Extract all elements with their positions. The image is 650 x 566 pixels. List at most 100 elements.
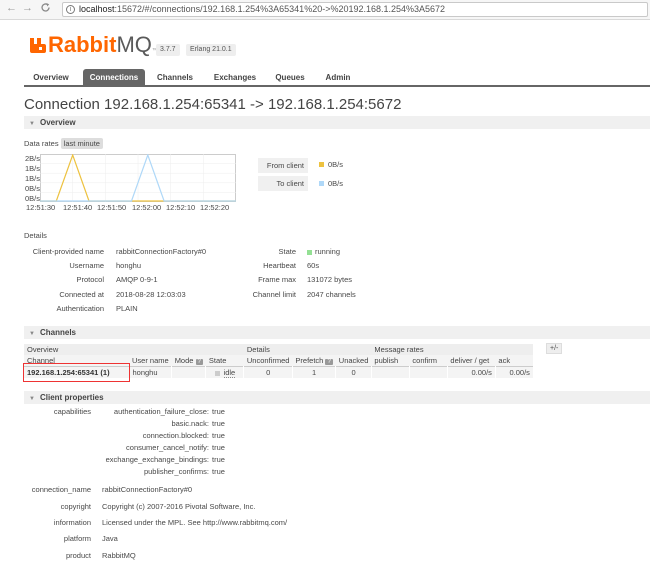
y-tick: 1B/s — [24, 174, 40, 183]
x-tick: 12:51:30 — [26, 203, 56, 212]
forward-icon[interactable]: → — [22, 2, 33, 14]
detail-value: 2047 channels — [307, 290, 356, 299]
group-header-overview: Overview — [24, 344, 244, 355]
cell-publish — [371, 366, 410, 378]
range-selector[interactable]: last minute — [60, 138, 103, 149]
capability-value: true — [212, 431, 225, 440]
collapse-triangle-icon: ▼ — [29, 121, 35, 127]
col-unacked[interactable]: Unacked — [336, 355, 372, 367]
detail-key: Heartbeat — [263, 261, 296, 270]
col-user[interactable]: User name — [129, 355, 172, 367]
capability-value: true — [212, 455, 225, 464]
main-nav: Overview Connections Channels Exchanges … — [24, 69, 650, 87]
overview-section-header[interactable]: ▼ Overview — [24, 116, 650, 129]
y-tick: 0B/s — [24, 194, 40, 203]
capability-value: true — [212, 407, 225, 416]
logo-text: RabbitMQ™ — [48, 32, 158, 57]
channels-section-header[interactable]: ▼ Channels — [24, 326, 650, 339]
prop-value: Licensed under the MPL. See http://www.r… — [102, 518, 288, 527]
detail-key: Connected at — [59, 290, 104, 299]
cell-confirm — [409, 366, 448, 378]
cell-unconfirmed: 0 — [243, 366, 293, 378]
detail-key: Frame max — [258, 275, 296, 284]
detail-key: Channel limit — [252, 290, 296, 299]
detail-key: State — [278, 247, 296, 256]
col-publish[interactable]: publish — [371, 355, 409, 367]
group-header-details: Details — [243, 344, 372, 355]
idle-indicator — [214, 370, 220, 376]
prop-value: Java — [102, 534, 118, 543]
tab-overview[interactable]: Overview — [26, 69, 76, 87]
columns-toggle-button[interactable]: +/- — [546, 343, 563, 354]
from-client-label: From client — [258, 158, 308, 173]
col-ack[interactable]: ack — [495, 355, 533, 367]
tab-admin[interactable]: Admin — [318, 69, 358, 87]
detail-key: Client-provided name — [32, 247, 104, 256]
from-client-rate: 0B/s — [328, 160, 344, 169]
detail-value: running — [315, 247, 341, 256]
tab-channels[interactable]: Channels — [150, 69, 200, 87]
to-client-rate: 0B/s — [328, 179, 344, 188]
detail-key: Username — [69, 261, 104, 270]
capability-value: true — [212, 419, 225, 428]
col-deliver[interactable]: deliver / get — [447, 355, 495, 367]
url-host: localhost — [79, 4, 115, 14]
prop-key: copyright — [60, 502, 91, 511]
col-mode[interactable]: Mode ? — [172, 355, 206, 367]
y-tick: 1B/s — [24, 164, 40, 173]
tab-exchanges[interactable]: Exchanges — [207, 69, 263, 87]
capability-key: authentication_failure_close: — [113, 407, 209, 416]
cell-unacked: 0 — [335, 366, 372, 378]
info-icon[interactable]: i — [66, 5, 75, 14]
help-icon[interactable]: ? — [325, 359, 333, 365]
capabilities-key: capabilities — [53, 407, 91, 416]
y-tick: 0B/s — [24, 184, 40, 193]
running-indicator — [307, 250, 312, 255]
to-client-label: To client — [258, 176, 308, 191]
page-title: Connection 192.168.1.254:65341 -> 192.16… — [24, 96, 402, 113]
x-tick: 12:52:20 — [200, 203, 230, 212]
capability-key: publisher_confirms: — [143, 467, 209, 476]
col-unconfirmed[interactable]: Unconfirmed — [244, 355, 293, 367]
detail-value: AMQP 0-9-1 — [116, 275, 158, 284]
prop-key: product — [65, 551, 91, 560]
col-confirm[interactable]: confirm — [409, 355, 447, 367]
cell-ack: 0.00/s — [495, 366, 534, 378]
prop-value: RabbitMQ — [102, 551, 136, 560]
prop-value: rabbitConnectionFactory#0 — [102, 485, 193, 494]
version-badge: 3.7.7 — [156, 44, 180, 56]
x-tick: 12:52:00 — [132, 203, 162, 212]
col-prefetch[interactable]: Prefetch ? — [292, 355, 335, 367]
collapse-triangle-icon: ▼ — [29, 331, 35, 337]
tab-connections[interactable]: Connections — [83, 69, 145, 87]
help-icon[interactable]: ? — [195, 359, 203, 365]
detail-key: Authentication — [56, 304, 104, 313]
y-tick: 2B/s — [24, 154, 40, 163]
client-properties-section-header[interactable]: ▼ Client properties — [24, 391, 650, 404]
detail-value: honghu — [116, 261, 142, 270]
back-icon[interactable]: ← — [6, 2, 17, 14]
col-state[interactable]: State — [206, 355, 244, 367]
group-header-rates: Message rates — [371, 344, 534, 355]
detail-key: Protocol — [76, 275, 104, 284]
detail-value: PLAIN — [116, 304, 138, 313]
to-client-swatch — [319, 181, 324, 186]
x-tick: 12:51:50 — [97, 203, 127, 212]
prop-key: connection_name — [31, 485, 91, 494]
capability-key: basic.nack: — [171, 419, 209, 428]
tab-queues[interactable]: Queues — [269, 69, 311, 87]
chart-y-axis: 2B/s 1B/s 1B/s 0B/s 0B/s — [24, 154, 40, 206]
cell-deliver: 0.00/s — [447, 366, 496, 378]
x-tick: 12:51:40 — [63, 203, 93, 212]
x-tick: 12:52:10 — [166, 203, 196, 212]
from-client-swatch — [319, 162, 324, 167]
reload-icon[interactable] — [40, 2, 51, 16]
rabbitmq-logo-icon — [30, 38, 46, 53]
chart-x-axis: 12:51:30 12:51:40 12:51:50 12:52:00 12:5… — [26, 203, 246, 213]
data-rates-label: Data rates last minute — [24, 138, 103, 149]
cell-user: honghu — [129, 366, 173, 378]
prop-key: platform — [63, 534, 91, 543]
detail-value: 131072 bytes — [307, 275, 353, 284]
erlang-badge: Erlang 21.0.1 — [186, 44, 236, 56]
address-bar[interactable]: i localhost:15672/#/connections/192.168.… — [62, 2, 648, 17]
